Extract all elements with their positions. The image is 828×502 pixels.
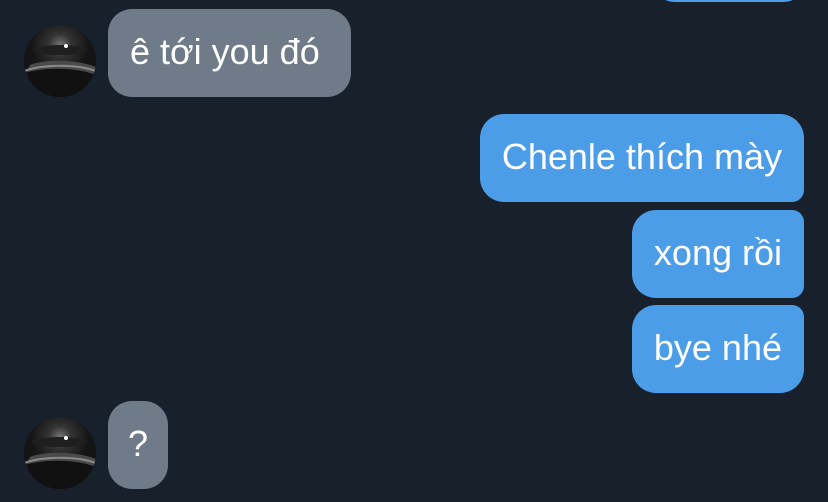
message-row-outgoing: Chenle thích mày bbox=[479, 114, 804, 202]
message-row-outgoing: bye nhé bbox=[631, 305, 804, 393]
chat-thread: ê tới you đó Chenle thích mày xong rồi b… bbox=[0, 0, 828, 502]
contact-avatar-icon[interactable] bbox=[24, 25, 96, 97]
message-row-outgoing: xong rồi bbox=[631, 210, 804, 298]
contact-avatar-icon[interactable] bbox=[24, 417, 96, 489]
message-bubble-outgoing[interactable]: Chenle thích mày bbox=[479, 114, 804, 202]
message-row-incoming: ê tới you đó bbox=[24, 9, 351, 97]
avatar-image bbox=[24, 44, 96, 97]
message-bubble-incoming[interactable]: ? bbox=[108, 401, 169, 489]
message-bubble-incoming[interactable]: ê tới you đó bbox=[108, 9, 351, 97]
message-bubble-outgoing[interactable]: bye nhé bbox=[631, 305, 804, 393]
message-bubble-outgoing[interactable]: xong rồi bbox=[631, 210, 804, 298]
message-row-incoming: ? bbox=[24, 401, 169, 489]
avatar-image bbox=[24, 436, 96, 489]
previous-message-bubble-edge[interactable] bbox=[654, 0, 804, 2]
